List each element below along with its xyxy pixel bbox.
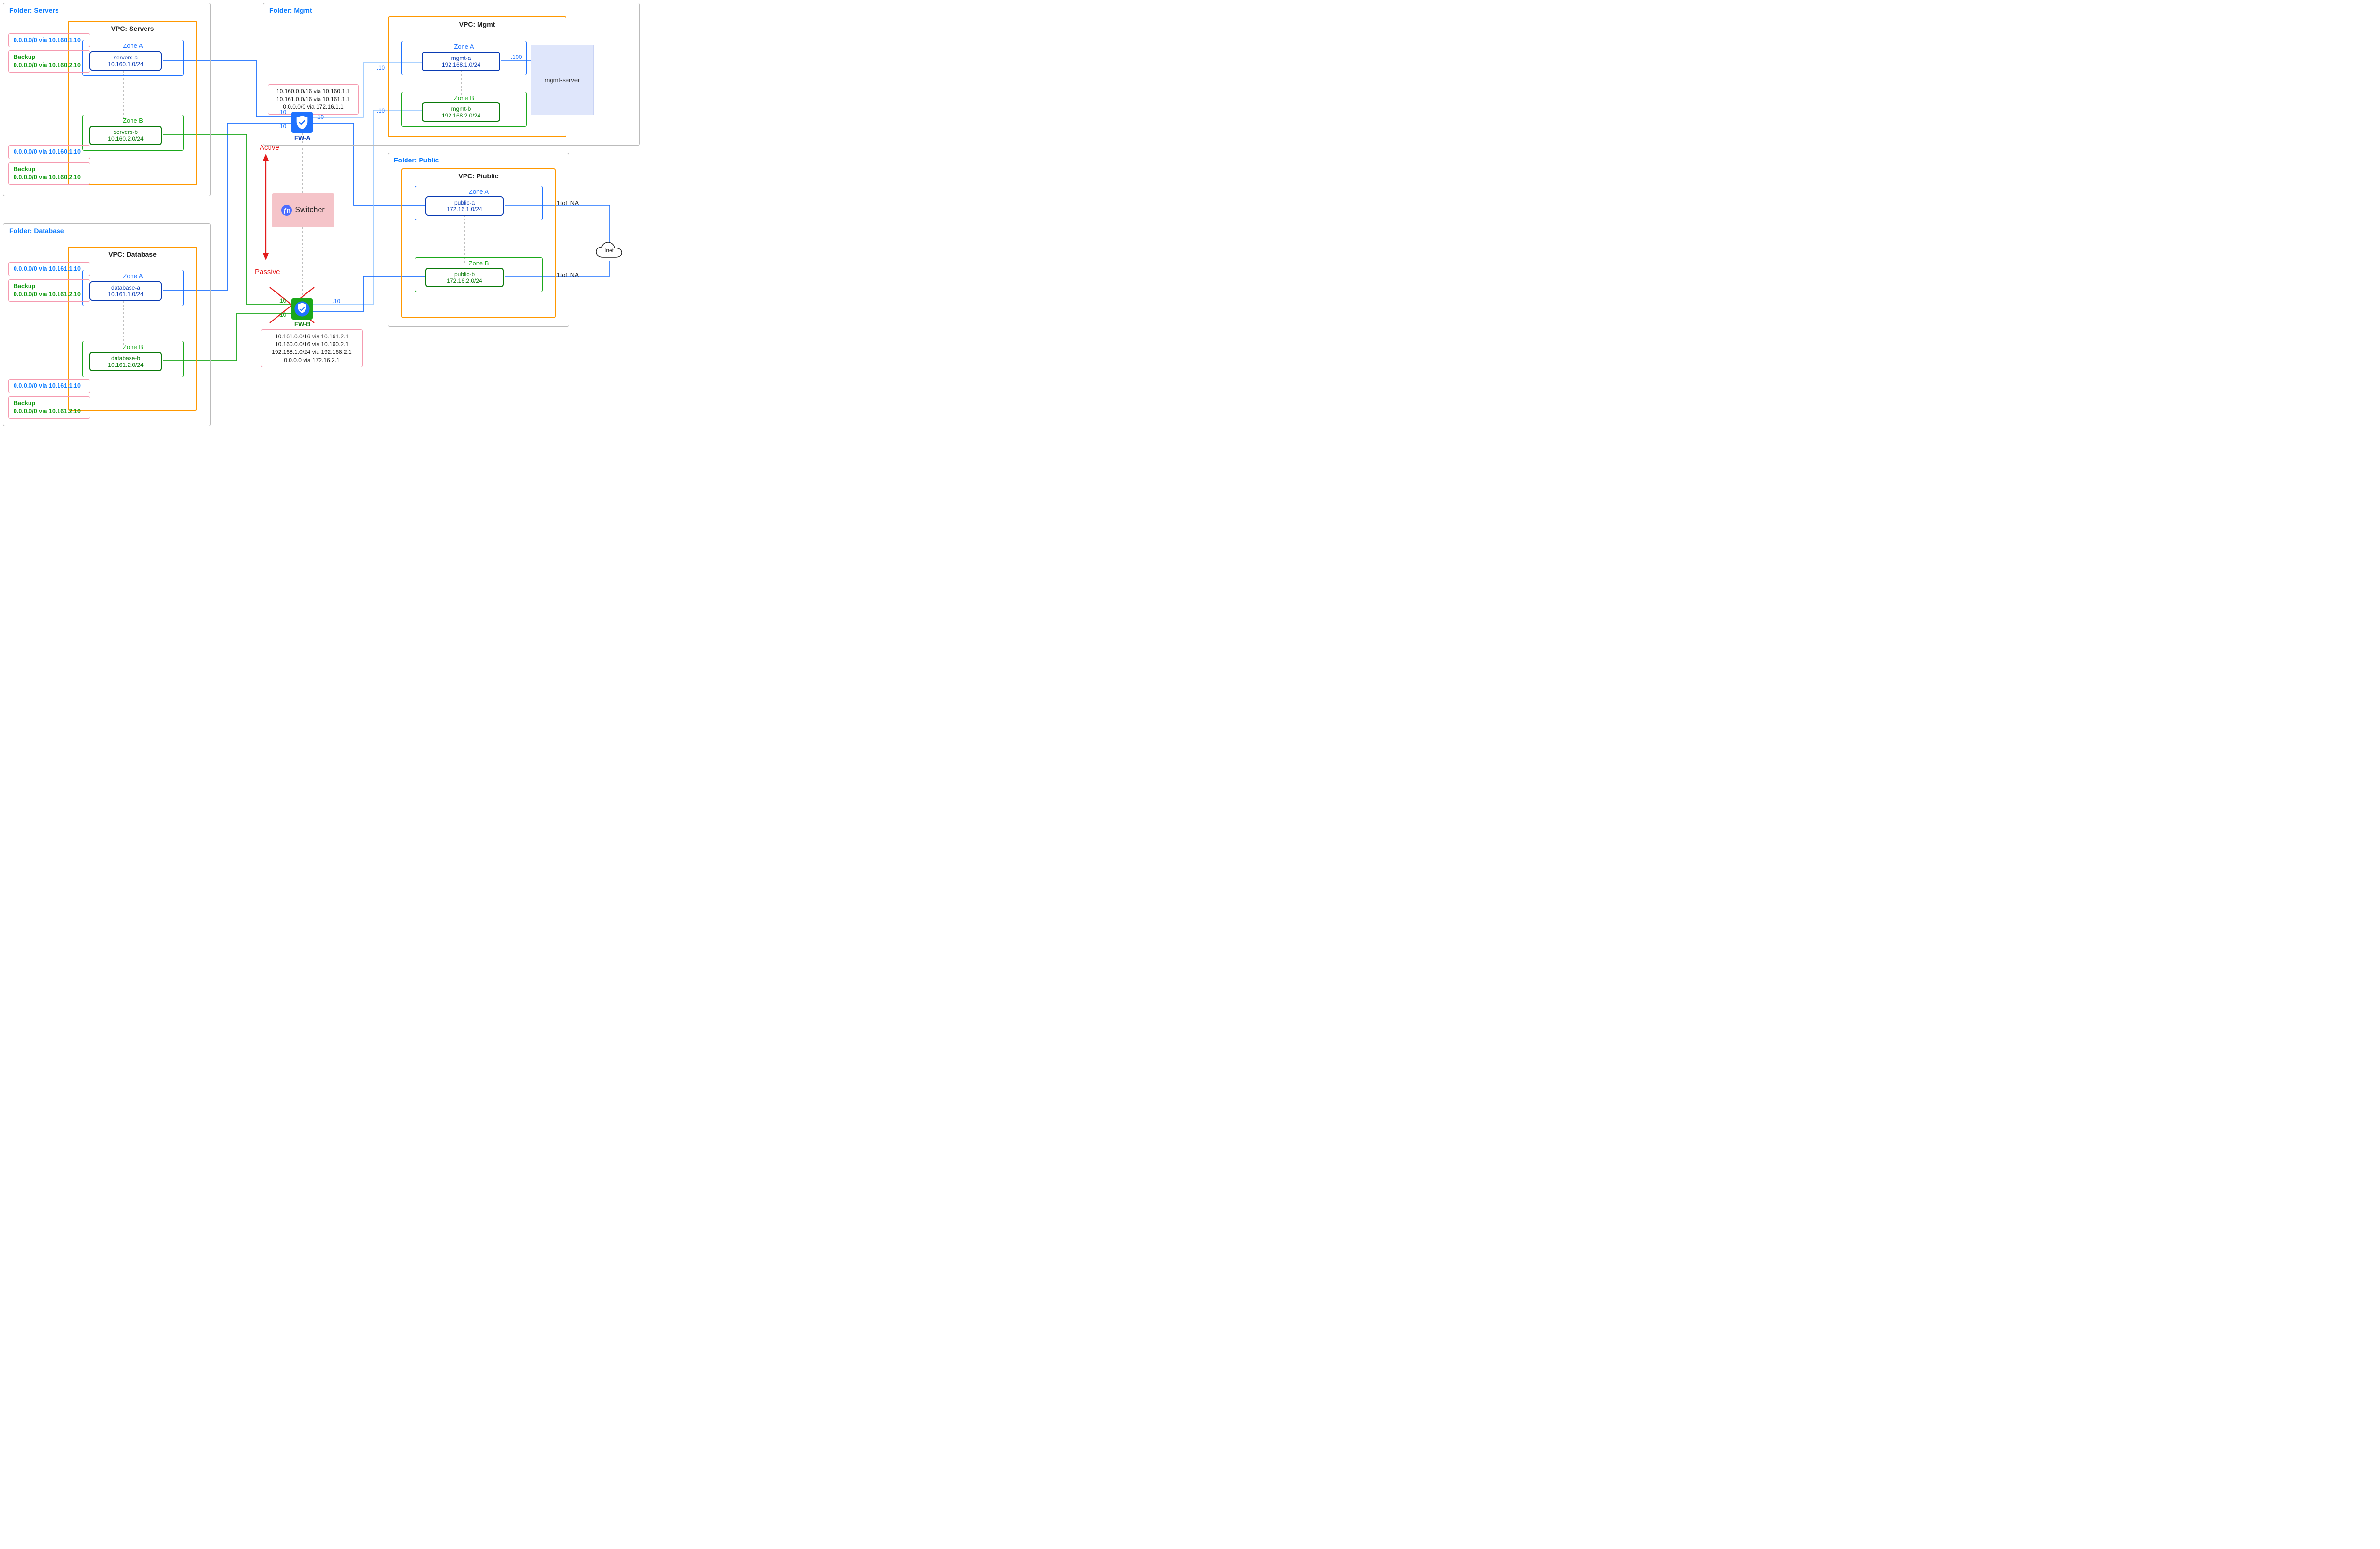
subnet-servers-b-name: servers-b	[114, 129, 138, 135]
function-icon: ƒn	[281, 205, 292, 216]
fw-b-label: FW-B	[294, 321, 311, 328]
ip-mgmt-b-left: .10	[377, 108, 385, 114]
subnet-servers-b: servers-b 10.160.2.0/24	[89, 126, 162, 145]
database-zone-b-title: Zone B	[83, 343, 183, 351]
servers-zone-b-title: Zone B	[83, 117, 183, 124]
subnet-database-a-name: database-a	[111, 284, 140, 291]
mgmt-zone-b-title: Zone B	[402, 94, 526, 102]
subnet-database-b: database-b 10.161.2.0/24	[89, 352, 162, 371]
route-database-b-backup: Backup 0.0.0.0/0 via 10.161.2.10	[8, 396, 90, 419]
cloud-icon: Inet	[594, 241, 624, 262]
servers-zone-a-title: Zone A	[83, 42, 183, 49]
route-servers-b-primary: 0.0.0.0/0 via 10.160.1.10	[8, 145, 90, 159]
switcher-box: ƒn Switcher	[272, 193, 334, 227]
subnet-mgmt-a: mgmt-a 192.168.1.0/24	[422, 52, 500, 71]
fw-a-status: Active	[260, 144, 279, 152]
ip-fwa-right-1: .10	[316, 115, 324, 120]
switcher-label: Switcher	[295, 206, 324, 215]
subnet-public-a: public-a 172.16.1.0/24	[425, 196, 504, 216]
ip-mgmt-a-right: .10	[377, 65, 385, 71]
subnet-database-b-cidr: 10.161.2.0/24	[108, 362, 143, 368]
fw-b-routes: 10.161.0.0/16 via 10.161.2.1 10.160.0.0/…	[261, 329, 363, 367]
route-servers-a-primary: 0.0.0.0/0 via 10.160.1.10	[8, 33, 90, 47]
subnet-public-a-name: public-a	[454, 199, 475, 206]
subnet-mgmt-b: mgmt-b 192.168.2.0/24	[422, 102, 500, 122]
folder-servers-title: Folder: Servers	[9, 6, 59, 14]
public-zone-a-title: Zone A	[415, 188, 542, 195]
ip-fwb-left-2: .10	[278, 312, 286, 318]
subnet-mgmt-b-cidr: 192.168.2.0/24	[442, 112, 480, 119]
ip-mgmt-srv: .100	[511, 55, 522, 60]
route-database-a-backup: Backup 0.0.0.0/0 via 10.161.2.10	[8, 279, 90, 302]
fw-a-box	[291, 112, 313, 133]
subnet-database-a: database-a 10.161.1.0/24	[89, 281, 162, 301]
ip-fwa-left-2: .10	[278, 124, 286, 130]
cloud-inet: Inet	[594, 241, 624, 262]
subnet-public-b: public-b 172.16.2.0/24	[425, 268, 504, 287]
folder-public-title: Folder: Public	[394, 156, 439, 164]
cloud-label: Inet	[604, 247, 614, 254]
subnet-database-b-name: database-b	[111, 355, 140, 362]
subnet-public-a-cidr: 172.16.1.0/24	[447, 206, 482, 213]
folder-mgmt-title: Folder: Mgmt	[269, 6, 312, 14]
ip-fwb-right-1: .10	[333, 299, 340, 305]
shield-icon	[294, 114, 310, 131]
ip-fwa-left-1: .10	[278, 110, 286, 116]
route-servers-a-backup: Backup 0.0.0.0/0 via 10.160.2.10	[8, 50, 90, 73]
route-servers-b-backup: Backup 0.0.0.0/0 via 10.160.2.10	[8, 162, 90, 185]
subnet-public-b-name: public-b	[454, 271, 475, 278]
fw-a-label: FW-A	[294, 134, 311, 142]
public-zone-b-title: Zone B	[415, 260, 542, 267]
fw-b-status: Passive	[255, 268, 280, 276]
subnet-mgmt-b-name: mgmt-b	[451, 105, 471, 112]
vpc-mgmt-title: VPC: Mgmt	[389, 20, 566, 28]
subnet-servers-a-name: servers-a	[114, 54, 138, 61]
nat-b-label: 1to1 NAT	[557, 272, 582, 278]
folder-database-title: Folder: Database	[9, 227, 64, 234]
vpc-servers-title: VPC: Servers	[69, 25, 196, 32]
vpc-database-title: VPC: Database	[69, 250, 196, 258]
route-database-a-primary: 0.0.0.0/0 via 10.161.1.10	[8, 262, 90, 276]
database-zone-a-title: Zone A	[83, 272, 183, 279]
ip-fwb-left-1: .10	[278, 298, 286, 304]
vpc-public-title: VPC: Piublic	[402, 172, 555, 180]
route-database-b-primary: 0.0.0.0/0 via 10.161.1.10	[8, 379, 90, 393]
fw-b-box	[291, 298, 313, 320]
subnet-servers-a: servers-a 10.160.1.0/24	[89, 51, 162, 71]
shield-icon	[294, 301, 310, 317]
subnet-public-b-cidr: 172.16.2.0/24	[447, 278, 482, 284]
subnet-mgmt-a-name: mgmt-a	[451, 55, 471, 61]
subnet-database-a-cidr: 10.161.1.0/24	[108, 291, 143, 298]
subnet-servers-a-cidr: 10.160.1.0/24	[108, 61, 143, 68]
subnet-mgmt-a-cidr: 192.168.1.0/24	[442, 61, 480, 68]
subnet-servers-b-cidr: 10.160.2.0/24	[108, 135, 143, 142]
nat-a-label: 1to1 NAT	[557, 200, 582, 206]
mgmt-server-box: mgmt-server	[531, 45, 594, 115]
mgmt-zone-a-title: Zone A	[402, 43, 526, 50]
